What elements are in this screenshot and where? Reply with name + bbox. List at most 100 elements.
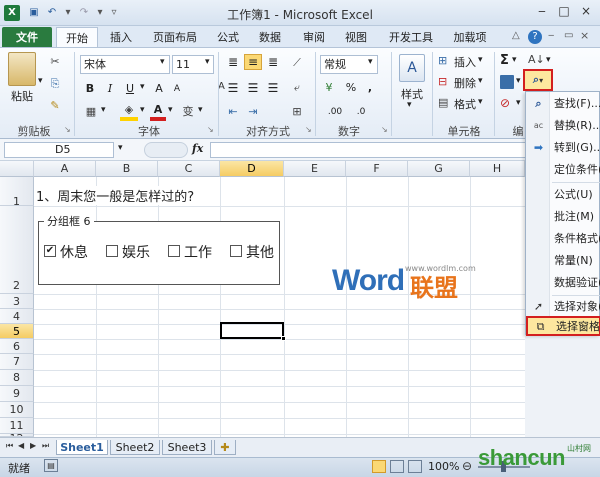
prev-sheet-icon[interactable]: ◀: [18, 441, 24, 450]
autosum-button[interactable]: Σ: [500, 53, 509, 68]
insert-function-button[interactable]: fx: [192, 142, 203, 155]
row-header[interactable]: 1: [0, 177, 34, 208]
column-header[interactable]: B: [96, 161, 158, 177]
zoom-out-icon[interactable]: ⊖: [462, 459, 472, 473]
checkbox-work-label[interactable]: 工作: [184, 242, 212, 262]
page-break-view-icon[interactable]: [408, 460, 422, 473]
number-launcher-icon[interactable]: ↘: [381, 125, 388, 134]
checkbox-entertainment[interactable]: [106, 245, 118, 257]
row-header[interactable]: 8: [0, 370, 34, 386]
normal-view-icon[interactable]: [372, 460, 386, 473]
percent-button[interactable]: %: [342, 79, 360, 97]
tab-view[interactable]: 视图: [338, 27, 374, 48]
checkbox-other[interactable]: [230, 245, 242, 257]
minimize-button[interactable]: ‒: [532, 4, 552, 20]
find-select-button[interactable]: ⌕▾: [523, 69, 553, 91]
column-header[interactable]: E: [284, 161, 346, 177]
sheet-tab-1[interactable]: Sheet1: [56, 440, 108, 455]
increase-indent-icon[interactable]: ⇥: [244, 103, 262, 121]
increase-decimal-icon[interactable]: .00: [324, 103, 346, 121]
menu-item-conditional-formatting[interactable]: 条件格式(C): [526, 228, 600, 250]
font-name-dropdown-icon[interactable]: ▾: [160, 57, 165, 67]
fill-icon[interactable]: [500, 75, 514, 89]
number-format-dropdown-icon[interactable]: ▾: [368, 57, 373, 67]
styles-button-label[interactable]: 样式: [398, 86, 426, 102]
checkbox-rest-label[interactable]: 休息: [60, 242, 88, 262]
macro-record-icon[interactable]: ▤: [44, 459, 58, 472]
clipboard-launcher-icon[interactable]: ↘: [64, 125, 71, 134]
underline-dropdown-icon[interactable]: ▾: [140, 82, 145, 92]
autosum-dropdown-icon[interactable]: ▾: [512, 55, 517, 65]
font-shrink-icon[interactable]: A: [168, 80, 186, 98]
sheet-tab-2[interactable]: Sheet2: [110, 440, 160, 455]
delete-cells-button[interactable]: 删除: [454, 75, 476, 91]
cut-icon[interactable]: ✂: [46, 53, 64, 71]
maximize-button[interactable]: □: [554, 4, 574, 20]
delete-dropdown-icon[interactable]: ▾: [478, 76, 483, 86]
checkbox-work[interactable]: [168, 245, 180, 257]
underline-button[interactable]: U: [122, 80, 138, 98]
help-icon[interactable]: ?: [528, 30, 542, 44]
menu-item-data-validation[interactable]: 数据验证(V): [526, 272, 600, 294]
font-color-dropdown-icon[interactable]: ▾: [168, 105, 173, 115]
alignment-launcher-icon[interactable]: ↘: [305, 125, 312, 134]
orientation-icon[interactable]: ⟋: [288, 54, 306, 72]
row-header[interactable]: 4: [0, 309, 34, 324]
last-sheet-icon[interactable]: ⏭: [42, 441, 49, 451]
styles-icon[interactable]: A: [399, 54, 425, 82]
menu-item-selection-pane[interactable]: ⧉ 选择窗格(P)...: [526, 316, 600, 336]
align-bottom-icon[interactable]: ≣: [264, 54, 282, 70]
minimize-ribbon-icon[interactable]: △: [512, 30, 524, 44]
menu-item-replace[interactable]: ac 替换(R)...: [526, 115, 600, 137]
tab-insert[interactable]: 插入: [102, 27, 140, 48]
delete-cells-icon[interactable]: ⊟: [438, 75, 452, 88]
font-name-combo[interactable]: 宋体: [80, 55, 170, 74]
borders-icon[interactable]: ▦: [82, 103, 100, 121]
format-dropdown-icon[interactable]: ▾: [478, 97, 483, 107]
menu-item-select-objects[interactable]: ➚ 选择对象(O): [526, 297, 600, 316]
zoom-level[interactable]: 100%: [428, 460, 459, 473]
font-launcher-icon[interactable]: ↘: [207, 125, 214, 134]
tab-addins[interactable]: 加载项: [446, 27, 494, 48]
menu-item-formulas[interactable]: 公式(U): [526, 184, 600, 206]
row-header[interactable]: 5: [0, 324, 34, 339]
fill-dropdown-icon[interactable]: ▾: [516, 76, 521, 86]
fill-color-dropdown-icon[interactable]: ▾: [140, 105, 145, 115]
wrap-text-icon[interactable]: ⤶: [288, 79, 306, 97]
align-middle-icon[interactable]: ≡: [244, 54, 262, 70]
tab-formulas[interactable]: 公式: [210, 27, 246, 48]
new-sheet-icon[interactable]: ✚: [214, 440, 236, 455]
font-size-dropdown-icon[interactable]: ▾: [205, 57, 210, 67]
row-header[interactable]: 11: [0, 418, 34, 434]
bold-button[interactable]: B: [82, 80, 98, 98]
phonetic-dropdown-icon[interactable]: ▾: [198, 105, 203, 115]
sort-filter-icon[interactable]: A↓: [528, 53, 545, 66]
fill-color-icon[interactable]: ◈: [120, 103, 138, 121]
sheet-tab-3[interactable]: Sheet3: [162, 440, 212, 455]
row-header[interactable]: 2: [0, 206, 34, 294]
tab-page-layout[interactable]: 页面布局: [146, 27, 204, 48]
menu-item-find[interactable]: ⌕ 查找(F)...: [526, 93, 600, 115]
menu-item-goto[interactable]: ➡ 转到(G)...: [526, 137, 600, 159]
row-header[interactable]: 9: [0, 386, 34, 402]
column-header[interactable]: H: [470, 161, 525, 177]
tab-file[interactable]: 文件: [2, 27, 52, 48]
name-box-dropdown-icon[interactable]: ▾: [118, 143, 123, 153]
italic-button[interactable]: I: [102, 80, 118, 98]
menu-item-constants[interactable]: 常量(N): [526, 250, 600, 272]
font-grow-icon[interactable]: A: [150, 80, 168, 98]
phonetic-icon[interactable]: 变: [180, 103, 196, 121]
active-cell[interactable]: [220, 322, 284, 339]
doc-restore-icon[interactable]: ▭: [564, 30, 576, 41]
tab-data[interactable]: 数据: [252, 27, 288, 48]
format-cells-button[interactable]: 格式: [454, 96, 476, 112]
paste-icon[interactable]: [8, 52, 36, 86]
next-sheet-icon[interactable]: ▶: [30, 441, 36, 450]
clear-dropdown-icon[interactable]: ▾: [516, 98, 521, 108]
comma-button[interactable]: ,: [362, 79, 378, 97]
decrease-decimal-icon[interactable]: .0: [350, 103, 372, 121]
merge-center-icon[interactable]: ⊞: [288, 103, 306, 121]
close-button[interactable]: ×: [576, 4, 596, 20]
page-layout-view-icon[interactable]: [390, 460, 404, 473]
tab-review[interactable]: 审阅: [296, 27, 332, 48]
